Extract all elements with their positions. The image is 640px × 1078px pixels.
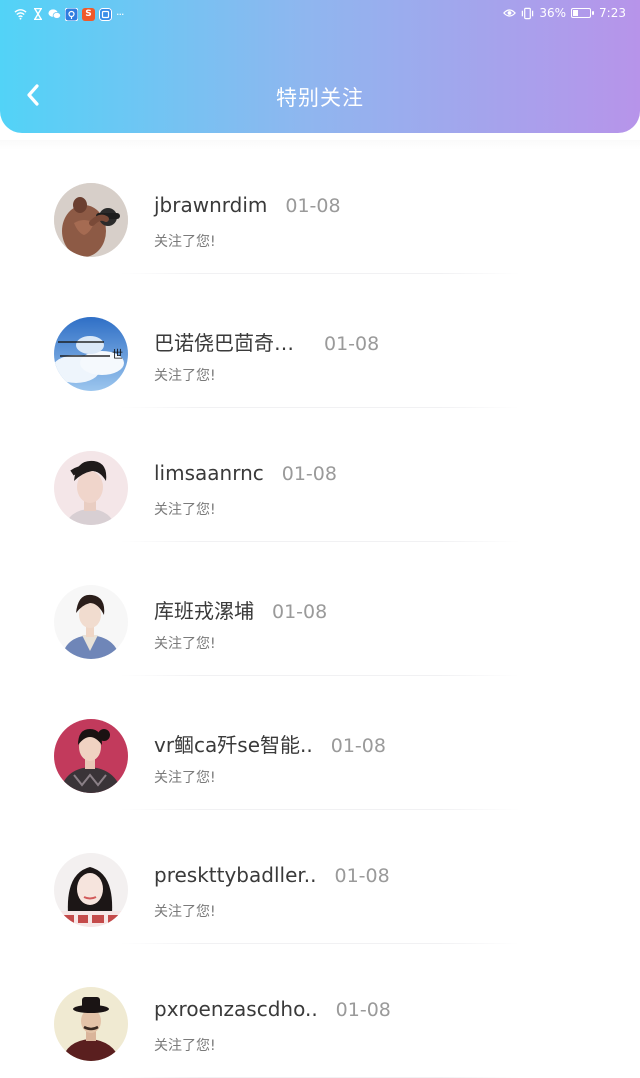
name-line: jbrawnrdim 01-08: [154, 193, 341, 217]
battery-icon: [571, 8, 595, 18]
user-name[interactable]: 库班戎漯埔: [154, 595, 254, 624]
follow-list: jbrawnrdim 01-08 关注了您! 世 巴诺侥巴茴奇… 01-08 关…: [0, 140, 640, 1078]
vibrate-icon: [521, 7, 534, 20]
follow-message: 关注了您!: [154, 636, 216, 652]
follow-message: 关注了您!: [154, 770, 216, 786]
follow-message: 关注了您!: [154, 502, 216, 518]
list-item[interactable]: pxroenzascdho.. 01-08 关注了您!: [0, 944, 640, 1078]
wechat-icon: [48, 8, 61, 21]
svg-text:世: 世: [112, 348, 123, 361]
list-item[interactable]: limsaanrnc 01-08 关注了您!: [0, 408, 640, 542]
avatar[interactable]: [54, 585, 128, 659]
avatar[interactable]: [54, 451, 128, 525]
user-name[interactable]: pxroenzascdho..: [154, 997, 318, 1021]
follow-date: 01-08: [335, 999, 391, 1021]
follow-date: 01-08: [334, 865, 390, 887]
status-icons-right: 36% 7:23: [503, 5, 626, 21]
wifi-icon: [14, 8, 27, 21]
battery-percent: 36%: [539, 6, 567, 20]
user-name[interactable]: preskttybadller..: [154, 863, 316, 887]
blue-app-icon: [65, 7, 78, 21]
avatar[interactable]: [54, 987, 128, 1061]
name-line: limsaanrnc 01-08: [154, 461, 337, 485]
follow-message: 关注了您!: [154, 368, 216, 384]
tool-app-icon: [99, 7, 112, 21]
sogou-icon: S: [82, 7, 95, 21]
list-item[interactable]: 库班戎漯埔 01-08 关注了您!: [0, 542, 640, 676]
status-icons-left: S ···: [14, 6, 124, 22]
page-title: 特别关注: [276, 86, 364, 110]
name-line: pxroenzascdho.. 01-08: [154, 997, 391, 1021]
name-line: vr鲴ca歼se智能.. 01-08: [154, 729, 386, 758]
user-name[interactable]: limsaanrnc: [154, 461, 264, 485]
eye-icon: [503, 7, 517, 20]
follow-message: 关注了您!: [154, 234, 216, 250]
follow-date: 01-08: [272, 601, 328, 623]
avatar[interactable]: 世: [54, 317, 128, 391]
user-name[interactable]: 巴诺侥巴茴奇…: [154, 327, 294, 356]
avatar[interactable]: [54, 853, 128, 927]
name-line: preskttybadller.. 01-08: [154, 863, 390, 887]
name-line: 巴诺侥巴茴奇… 01-08: [154, 327, 379, 356]
follow-date: 01-08: [324, 333, 380, 355]
user-name[interactable]: vr鲴ca歼se智能..: [154, 729, 313, 758]
follow-date: 01-08: [285, 195, 341, 217]
user-name[interactable]: jbrawnrdim: [154, 193, 267, 217]
follow-date: 01-08: [330, 735, 386, 757]
follow-message: 关注了您!: [154, 904, 216, 920]
clock: 7:23: [599, 6, 626, 20]
list-item[interactable]: preskttybadller.. 01-08 关注了您!: [0, 810, 640, 944]
follow-date: 01-08: [281, 463, 337, 485]
hourglass-icon: [31, 8, 44, 21]
header-bar: S ··· 36% 7:23 特别关注: [0, 0, 640, 133]
avatar[interactable]: [54, 183, 128, 257]
name-line: 库班戎漯埔 01-08: [154, 595, 327, 624]
list-item[interactable]: vr鲴ca歼se智能.. 01-08 关注了您!: [0, 676, 640, 810]
more-dots-icon: ···: [116, 7, 124, 21]
follow-message: 关注了您!: [154, 1038, 216, 1054]
avatar[interactable]: [54, 719, 128, 793]
battery-level: [573, 10, 579, 16]
status-bar: S ··· 36% 7:23: [0, 0, 640, 28]
list-item[interactable]: jbrawnrdim 01-08 关注了您!: [0, 140, 640, 274]
list-item[interactable]: 世 巴诺侥巴茴奇… 01-08 关注了您!: [0, 274, 640, 408]
